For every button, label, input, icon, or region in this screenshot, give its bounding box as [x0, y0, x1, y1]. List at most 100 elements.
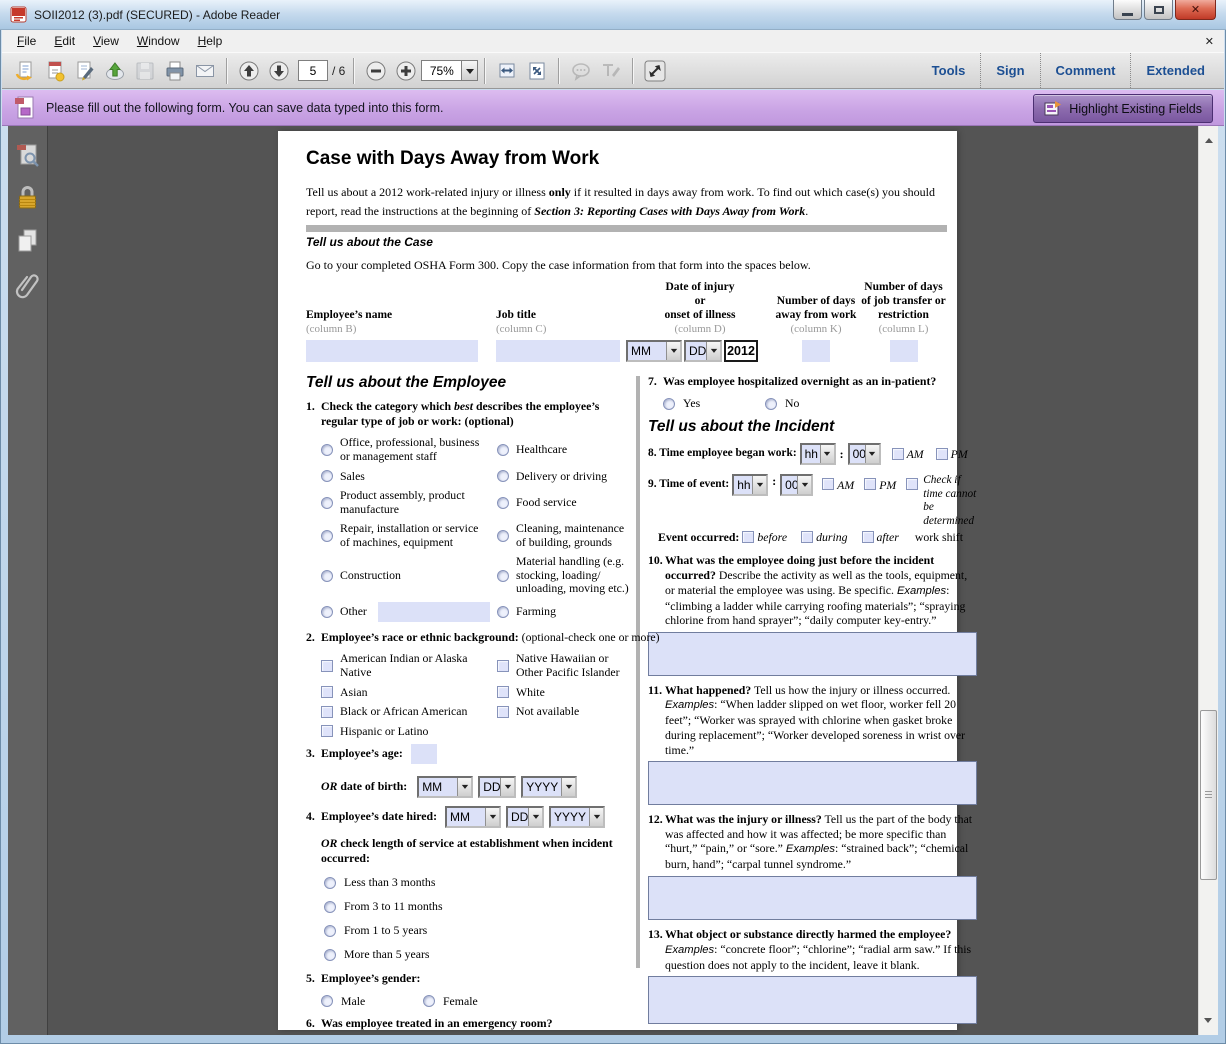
began-pm-checkbox[interactable] — [936, 448, 948, 460]
delivery-radio[interactable] — [497, 470, 509, 482]
minimize-button[interactable] — [1113, 0, 1142, 20]
q13-textarea[interactable] — [648, 976, 977, 1024]
zoom-out-button[interactable] — [361, 57, 391, 85]
maximize-button[interactable] — [1144, 0, 1173, 20]
cleaning-radio[interactable] — [497, 530, 509, 542]
before-checkbox[interactable] — [742, 531, 754, 543]
injury-month-select[interactable]: MM — [626, 340, 682, 362]
zoom-level-input[interactable]: 75% — [421, 60, 461, 81]
menu-help[interactable]: Help — [189, 31, 232, 51]
previous-page-button[interactable] — [234, 57, 264, 85]
menu-edit[interactable]: Edit — [45, 31, 84, 51]
print-button[interactable] — [160, 57, 190, 85]
security-lock-icon[interactable] — [14, 183, 41, 213]
sales-radio[interactable] — [321, 470, 333, 482]
native-hawaiian-checkbox[interactable] — [497, 660, 509, 672]
scrollbar-thumb[interactable] — [1200, 710, 1217, 880]
fit-page-button[interactable] — [522, 57, 552, 85]
repair-radio[interactable] — [321, 530, 333, 542]
fullscreen-button[interactable] — [640, 57, 670, 85]
dob-year-select[interactable]: YYYY — [521, 776, 577, 798]
tab-sign[interactable]: Sign — [980, 53, 1039, 88]
office-radio[interactable] — [321, 444, 333, 456]
days-transfer-field[interactable] — [890, 340, 918, 362]
hospitalized-yes-radio[interactable] — [663, 398, 675, 410]
1-5-years-radio[interactable] — [324, 925, 336, 937]
3-11-months-radio[interactable] — [324, 901, 336, 913]
days-away-field[interactable] — [802, 340, 830, 362]
q11-textarea[interactable] — [648, 761, 977, 805]
dob-day-select[interactable]: DD — [478, 776, 516, 798]
zoom-dropdown-button[interactable] — [461, 60, 478, 81]
hispanic-checkbox[interactable] — [321, 725, 333, 737]
time-undetermined-checkbox[interactable] — [906, 478, 918, 490]
not-available-checkbox[interactable] — [497, 706, 509, 718]
gender-options: Male Female — [306, 994, 636, 1009]
female-radio[interactable] — [423, 995, 435, 1007]
more-5-years-radio[interactable] — [324, 949, 336, 961]
page-thumbnails-icon[interactable] — [14, 142, 41, 170]
pages-icon[interactable] — [14, 226, 41, 256]
hospitalized-no-radio[interactable] — [765, 398, 777, 410]
event-minute-select[interactable]: 00 — [780, 474, 813, 496]
save-button[interactable] — [130, 57, 160, 85]
tab-comment[interactable]: Comment — [1040, 53, 1131, 88]
q10-textarea[interactable] — [648, 632, 977, 676]
sign-document-button[interactable] — [70, 57, 100, 85]
highlight-fields-button[interactable]: Highlight Existing Fields — [1033, 94, 1213, 123]
began-am-checkbox[interactable] — [892, 448, 904, 460]
white-checkbox[interactable] — [497, 686, 509, 698]
construction-radio[interactable] — [321, 570, 333, 582]
next-page-button[interactable] — [264, 57, 294, 85]
event-hour-select[interactable]: hh — [732, 474, 768, 496]
menubar-close-icon[interactable]: ✕ — [1205, 35, 1214, 48]
event-pm-checkbox[interactable] — [864, 478, 876, 490]
menu-file[interactable]: File — [8, 31, 45, 51]
create-pdf-button[interactable] — [40, 57, 70, 85]
scroll-up-icon[interactable] — [1205, 134, 1213, 143]
food-service-radio[interactable] — [497, 497, 509, 509]
began-hour-select[interactable]: hh — [800, 443, 836, 465]
dob-month-select[interactable]: MM — [417, 776, 473, 798]
other-category-input[interactable] — [378, 602, 490, 622]
job-title-field[interactable] — [496, 340, 620, 362]
vertical-scrollbar[interactable] — [1198, 126, 1218, 1035]
hired-day-select[interactable]: DD — [506, 806, 544, 828]
asian-checkbox[interactable] — [321, 686, 333, 698]
menu-window[interactable]: Window — [128, 31, 189, 51]
hired-month-select[interactable]: MM — [445, 806, 501, 828]
menu-view[interactable]: View — [84, 31, 128, 51]
during-checkbox[interactable] — [801, 531, 813, 543]
attachments-icon[interactable] — [14, 269, 41, 301]
comment-bubble-button[interactable] — [566, 57, 596, 85]
after-checkbox[interactable] — [862, 531, 874, 543]
tab-tools[interactable]: Tools — [917, 53, 981, 88]
q12-textarea[interactable] — [648, 876, 977, 920]
male-radio[interactable] — [321, 995, 333, 1007]
open-button[interactable] — [10, 57, 40, 85]
fit-width-button[interactable] — [492, 57, 522, 85]
tab-extended[interactable]: Extended — [1130, 53, 1220, 88]
began-minute-select[interactable]: 00 — [848, 443, 881, 465]
other-radio[interactable] — [321, 606, 333, 618]
healthcare-radio[interactable] — [497, 444, 509, 456]
page-number-input[interactable]: 5 — [298, 60, 328, 81]
black-checkbox[interactable] — [321, 706, 333, 718]
injury-day-select[interactable]: DD — [684, 340, 722, 362]
employee-name-field[interactable] — [306, 340, 478, 362]
less-3-months-radio[interactable] — [324, 877, 336, 889]
farming-radio[interactable] — [497, 606, 509, 618]
days-away-header: Number of daysaway from work(column K) — [774, 288, 858, 340]
product-assembly-radio[interactable] — [321, 497, 333, 509]
hired-year-select[interactable]: YYYY — [549, 806, 605, 828]
zoom-in-button[interactable] — [391, 57, 421, 85]
american-indian-checkbox[interactable] — [321, 660, 333, 672]
close-button[interactable]: ✕ — [1175, 0, 1216, 20]
email-button[interactable] — [190, 57, 220, 85]
scroll-down-icon[interactable] — [1204, 1018, 1212, 1027]
chevron-down-icon — [466, 69, 474, 78]
send-file-button[interactable] — [100, 57, 130, 85]
material-handling-radio[interactable] — [497, 570, 509, 582]
text-annotation-button[interactable] — [596, 57, 626, 85]
event-am-checkbox[interactable] — [822, 478, 834, 490]
